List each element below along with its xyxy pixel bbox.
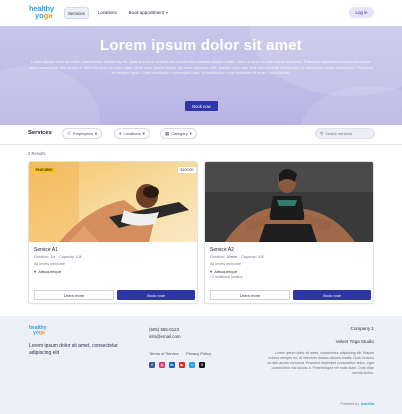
terms-link[interactable]: Terms of Service — [149, 351, 179, 356]
footer-contact: (505) 555-0123 info@email.com — [149, 326, 181, 340]
twitter-icon[interactable]: t — [189, 362, 195, 368]
login-button[interactable]: Log in — [349, 7, 374, 18]
capacity-label: Capacity: — [58, 255, 75, 259]
category-filter-label: Category — [171, 131, 188, 136]
location-pin-icon: ⌖ — [119, 131, 122, 136]
service-name: Service A2 — [210, 247, 234, 253]
book-now-button[interactable]: Book now — [117, 290, 195, 300]
chevron-down-icon: ▾ — [189, 130, 192, 136]
service-meta: Duration: 30min Capacity: 1-5 — [210, 255, 263, 259]
service-name: Service A1 — [34, 247, 58, 253]
search-icon: ⚲ — [320, 130, 324, 136]
price-badge: $100.00 — [178, 167, 196, 173]
duration-label: Duration: — [210, 255, 226, 259]
hero-banner: Lorem ipsum dolor sit amet Lorem ipsum d… — [0, 26, 402, 125]
service-location: ⌖ Albuquerque — [210, 269, 237, 274]
youtube-icon[interactable]: ▶ — [179, 362, 185, 368]
powered-by[interactable]: Powered by Amelia — [340, 401, 374, 406]
logo-line-2: yoga — [29, 329, 47, 336]
brand-logo[interactable]: healthy yoga — [29, 5, 59, 21]
location-pin-icon: ⌖ — [34, 269, 37, 274]
chevron-down-icon: ▾ — [166, 10, 168, 15]
facebook-icon[interactable]: f — [149, 362, 155, 368]
duration-value: 30min — [226, 255, 237, 259]
nav-item-services[interactable]: Services — [64, 7, 89, 19]
footer-company-label: Company 1 — [350, 326, 375, 331]
linkedin-icon[interactable]: in — [169, 362, 175, 368]
service-image — [205, 162, 373, 242]
service-location: ⌖ Albuquerque — [34, 269, 61, 274]
link-separator: · — [181, 351, 184, 356]
level-text: All levels welcome — [210, 262, 242, 266]
additional-locations: +1 additional location — [210, 275, 243, 279]
footer-email[interactable]: info@email.com — [149, 333, 181, 340]
chevron-down-icon: ▾ — [94, 130, 98, 136]
instagram-icon[interactable]: ◎ — [159, 362, 165, 368]
learn-more-button[interactable]: Learn more — [210, 290, 290, 300]
learn-more-button[interactable]: Learn more — [34, 290, 114, 300]
footer-tagline: Lorem ipsum dolor sit amet, consectetur … — [29, 343, 118, 356]
search-box: ⚲ — [315, 128, 375, 139]
duration-value: 1h — [50, 255, 55, 259]
main-nav: Services Locations Book appointment ▾ — [64, 7, 171, 19]
footer-company-name: Velvet Yoga Studio — [335, 339, 374, 344]
hero-title: Lorem ipsum dolor sit amet — [100, 37, 302, 54]
footer-description: Lorem ipsum dolor sit amet, consectetur … — [267, 351, 374, 375]
powered-by-label: Powered by — [340, 401, 359, 406]
grid-icon: ▦ — [165, 130, 170, 136]
social-links: f ◎ in ▶ t X — [149, 362, 205, 368]
employees-filter[interactable]: ⚇ Employees ▾ — [62, 128, 103, 139]
category-filter[interactable]: ▦ Category ▾ — [160, 128, 197, 139]
service-card[interactable]: Service A2 Duration: 30min Capacity: 1-5… — [204, 161, 374, 304]
capacity-value: 1-5 — [75, 255, 82, 259]
service-meta: Duration: 1h Capacity: 1-5 — [34, 255, 81, 259]
featured-badge: FEATURED — [33, 167, 56, 173]
locations-filter[interactable]: ⌖ Locations ▾ — [114, 128, 150, 139]
services-title: Services — [28, 130, 52, 136]
chevron-down-icon: ▾ — [142, 130, 145, 136]
level-text: All levels welcome — [34, 262, 66, 266]
footer-phone[interactable]: (505) 555-0123 — [149, 326, 181, 333]
yoga-stretch-photo — [29, 162, 197, 242]
fitness-photo — [205, 162, 373, 242]
service-card[interactable]: FEATURED $100.00 Service A1 Duration: 1h… — [28, 161, 198, 304]
results-count: 2 Results — [28, 151, 46, 156]
footer-logo[interactable]: healthy yoga — [29, 326, 47, 336]
privacy-link[interactable]: Privacy Policy — [186, 351, 211, 356]
capacity-label: Capacity: — [241, 255, 257, 259]
logo-ga: ga — [43, 11, 53, 20]
locations-filter-label: Locations — [123, 131, 141, 136]
search-input[interactable] — [325, 131, 374, 136]
nav-item-locations[interactable]: Locations — [95, 7, 120, 19]
logo-line-2: yoga — [29, 11, 59, 20]
hero-description: Lorem ipsum dolor sit amet, consectetur … — [29, 59, 373, 76]
location-name: Albuquerque — [38, 269, 61, 274]
hero-book-now-button[interactable]: Book now — [185, 101, 218, 111]
logo-yo: yo — [35, 11, 44, 20]
location-pin-icon: ⌖ — [210, 269, 213, 274]
x-icon[interactable]: X — [199, 362, 205, 368]
logo-ga: ga — [38, 329, 45, 336]
nav-item-label: Book appointment — [128, 9, 165, 15]
employees-filter-label: Employees — [73, 131, 93, 136]
location-name: Albuquerque — [214, 269, 237, 274]
nav-item-book-appointment[interactable]: Book appointment ▾ — [126, 7, 171, 19]
book-now-button[interactable]: Book now — [293, 290, 371, 300]
service-image: FEATURED $100.00 — [29, 162, 197, 242]
duration-label: Duration: — [34, 255, 50, 259]
capacity-value: 1-5 — [257, 255, 264, 259]
footer-legal-links: Terms of Service · Privacy Policy — [149, 351, 211, 356]
powered-by-brand: Amelia — [360, 401, 374, 406]
site-header: healthy yoga Services Locations Book app… — [0, 0, 402, 26]
people-icon: ⚇ — [67, 130, 72, 136]
